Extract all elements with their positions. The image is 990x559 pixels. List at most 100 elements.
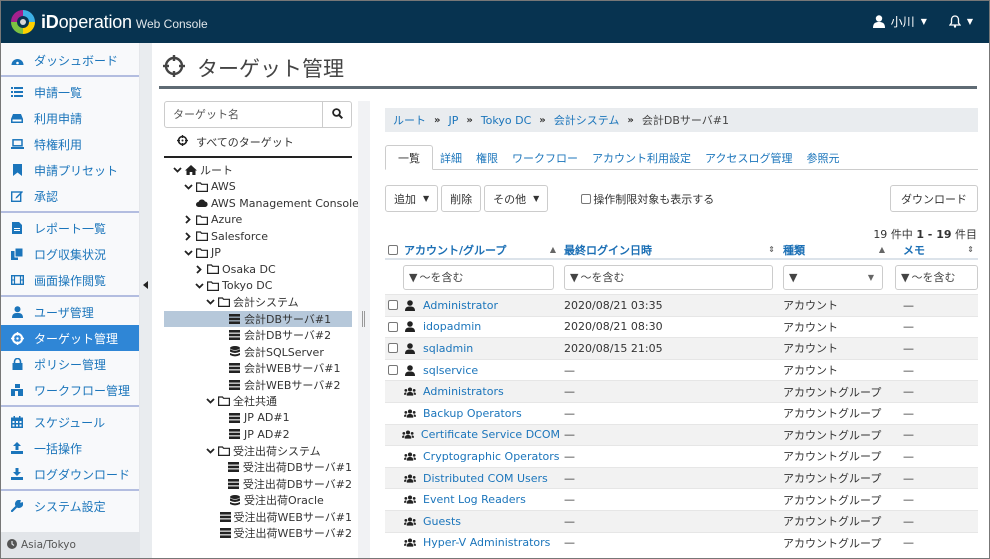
tree-node[interactable]: 受注出荷WEBサーバ#1 xyxy=(164,509,352,526)
user-menu[interactable]: 小川 ▼ xyxy=(872,13,927,30)
chevron-down-icon[interactable] xyxy=(183,184,193,190)
sidebar-collapse-handle[interactable] xyxy=(140,43,152,558)
sidebar-item[interactable]: スケジュール xyxy=(1,409,139,435)
sidebar-item[interactable]: 申請プリセット xyxy=(1,157,139,183)
tree-node[interactable]: AWS Management Console xyxy=(164,195,359,212)
delete-button[interactable]: 削除 xyxy=(441,185,482,212)
row-checkbox[interactable] xyxy=(388,343,398,354)
account-link[interactable]: Backup Operators xyxy=(423,407,522,420)
account-link[interactable]: Guests xyxy=(423,515,461,528)
breadcrumb-link[interactable]: 会計システム xyxy=(554,112,620,128)
last-login-filter-input[interactable]: ▼ ～を含む xyxy=(564,264,773,290)
sidebar-item[interactable]: ログ収集状況 xyxy=(1,241,139,267)
tree-node[interactable]: 全社共通 xyxy=(164,393,352,410)
chevron-right-icon[interactable] xyxy=(194,265,204,274)
column-header-account[interactable]: アカウント/グループ ▲ xyxy=(385,241,560,258)
tree-node[interactable]: 受注出荷WEBサーバ#2 xyxy=(164,525,352,542)
tree-node[interactable]: AWS xyxy=(164,179,352,196)
tree-node[interactable]: 会計SQLServer xyxy=(164,344,352,361)
sidebar-item[interactable]: ワークフロー管理 xyxy=(1,377,139,403)
account-link[interactable]: Event Log Readers xyxy=(423,493,526,506)
account-link[interactable]: Administrator xyxy=(423,299,498,312)
chevron-right-icon[interactable] xyxy=(183,215,193,224)
tab[interactable]: アクセスログ管理 xyxy=(698,146,799,169)
tree-node[interactable]: ルート xyxy=(164,162,352,179)
sidebar-item[interactable]: 特権利用 xyxy=(1,131,139,157)
download-button[interactable]: ダウンロード xyxy=(890,185,978,212)
other-actions-button[interactable]: その他 ▼ xyxy=(484,185,549,212)
tree-node[interactable]: 受注出荷DBサーバ#1 xyxy=(164,459,352,476)
tab[interactable]: 一覧 xyxy=(385,145,433,170)
tab[interactable]: アカウント利用設定 xyxy=(585,146,698,169)
tree-node[interactable]: Osaka DC xyxy=(164,261,352,278)
target-search-button[interactable] xyxy=(322,102,351,127)
row-checkbox[interactable] xyxy=(388,300,398,311)
chevron-right-icon[interactable] xyxy=(183,232,193,241)
tree-node[interactable]: JP xyxy=(164,245,352,262)
panel-splitter[interactable] xyxy=(358,101,370,558)
target-search-input[interactable] xyxy=(165,102,322,127)
chevron-down-icon[interactable] xyxy=(183,250,193,256)
tree-node[interactable]: Salesforce xyxy=(164,228,352,245)
tree-node[interactable]: 会計WEBサーバ#2 xyxy=(164,377,352,394)
tree-node[interactable]: 会計WEBサーバ#1 xyxy=(164,360,352,377)
breadcrumb-link[interactable]: ルート xyxy=(393,112,426,128)
notifications-menu[interactable]: ▼ xyxy=(948,15,973,28)
app-logo[interactable]: iDoperation Web Console xyxy=(11,10,208,34)
sidebar-item[interactable]: 画面操作閲覧 xyxy=(1,267,139,293)
add-button[interactable]: 追加 ▼ xyxy=(385,185,439,212)
tree-node[interactable]: 会計システム xyxy=(164,294,352,311)
tree-node[interactable]: Tokyo DC xyxy=(164,278,352,295)
tree-node[interactable]: JP AD#2 xyxy=(164,426,352,443)
tree-node[interactable]: 会計DBサーバ#2 xyxy=(164,327,352,344)
tree-node[interactable]: 受注出荷Oracle xyxy=(164,492,352,509)
account-link[interactable]: Distributed COM Users xyxy=(423,472,548,485)
tree-node[interactable]: JP AD#1 xyxy=(164,410,352,427)
tree-node[interactable]: 受注出荷DBサーバ#2 xyxy=(164,476,352,493)
sidebar-item[interactable]: ポリシー管理 xyxy=(1,351,139,377)
account-link[interactable]: Cryptographic Operators xyxy=(423,450,560,463)
sidebar-item[interactable]: ダッシュボード xyxy=(1,47,139,73)
memo-filter-input[interactable]: ▼ ～を含む xyxy=(895,264,978,290)
sidebar-item[interactable]: ターゲット管理 xyxy=(1,325,139,351)
account-link[interactable]: sqlservice xyxy=(423,364,478,377)
select-all-checkbox[interactable] xyxy=(388,244,398,255)
chevron-down-icon[interactable] xyxy=(205,299,215,306)
sidebar-item[interactable]: 利用申請 xyxy=(1,105,139,131)
column-header-type[interactable]: 種類 ▲ xyxy=(779,241,889,258)
sidebar-item[interactable]: レポート一覧 xyxy=(1,215,139,241)
all-targets-link[interactable]: すべてのターゲット xyxy=(164,128,352,158)
account-link[interactable]: idopadmin xyxy=(423,320,481,333)
column-header-last-login[interactable]: 最終ログイン日時 ⇕ xyxy=(560,241,779,258)
tree-node[interactable]: Azure xyxy=(164,212,352,229)
account-link[interactable]: sqladmin xyxy=(423,342,473,355)
chevron-down-icon[interactable] xyxy=(172,167,182,174)
sidebar-item[interactable]: 一括操作 xyxy=(1,435,139,461)
account-link[interactable]: Hyper-V Administrators xyxy=(423,536,550,549)
chevron-down-icon[interactable] xyxy=(205,448,215,454)
sidebar-item[interactable]: 申請一覧 xyxy=(1,79,139,105)
chevron-down-icon[interactable] xyxy=(194,283,204,289)
account-link[interactable]: Administrators xyxy=(423,385,504,398)
row-checkbox[interactable] xyxy=(388,321,398,332)
chevron-down-icon[interactable] xyxy=(205,398,215,405)
sidebar-item[interactable]: 承認 xyxy=(1,183,139,209)
show-restricted-toggle[interactable]: 操作制限対象も表示する xyxy=(581,191,714,207)
breadcrumb-link[interactable]: JP xyxy=(448,114,458,127)
breadcrumb-link[interactable]: Tokyo DC xyxy=(481,114,531,127)
sidebar-item[interactable]: システム設定 xyxy=(1,493,139,519)
row-checkbox[interactable] xyxy=(388,365,398,376)
account-link[interactable]: Certificate Service DCOM xyxy=(421,428,560,441)
type-filter-select[interactable]: ▼ ▼ xyxy=(783,264,883,290)
account-filter-input[interactable]: ▼ ～を含む xyxy=(403,264,554,290)
tab[interactable]: 詳細 xyxy=(433,146,469,169)
tab[interactable]: ワークフロー xyxy=(505,146,585,169)
tab[interactable]: 参照元 xyxy=(799,146,846,169)
tab[interactable]: 権限 xyxy=(469,146,505,169)
column-header-memo[interactable]: メモ ⇕ xyxy=(889,241,978,258)
sidebar-item[interactable]: ユーザ管理 xyxy=(1,299,139,325)
sidebar-item[interactable]: ログダウンロード xyxy=(1,461,139,487)
show-restricted-checkbox[interactable] xyxy=(581,193,592,204)
tree-node[interactable]: 会計DBサーバ#1 xyxy=(164,310,352,327)
tree-node[interactable]: 受注出荷システム xyxy=(164,443,352,460)
